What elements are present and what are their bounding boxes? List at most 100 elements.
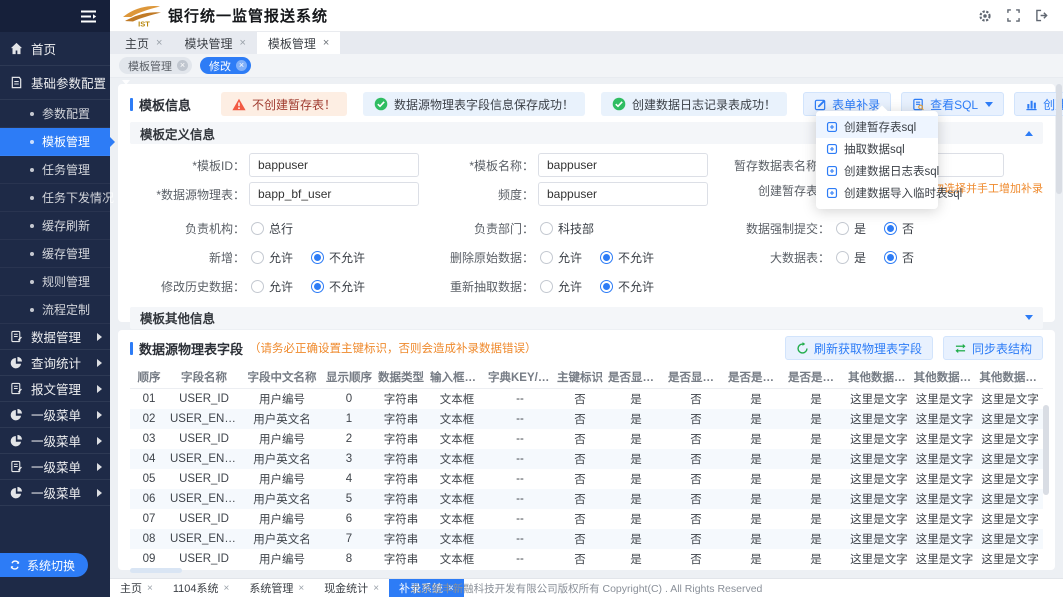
- menu-item-创建数据日志表sql[interactable]: 创建数据日志表sql: [816, 160, 938, 182]
- sidebar-group-一级菜单[interactable]: 一级菜单: [0, 454, 110, 480]
- sidebar-item-缓存刷新[interactable]: 缓存刷新: [0, 212, 110, 240]
- chip-close-icon[interactable]: ×: [236, 60, 247, 71]
- tab-模板管理[interactable]: 模板管理×: [257, 32, 340, 54]
- menu-item-创建暂存表sql[interactable]: 创建暂存表sql: [816, 116, 938, 138]
- table-row[interactable]: 09USER_ID用户编号8字符串文本框--否是否是是这里是文字这里是文字这里是…: [130, 549, 1043, 569]
- table-vertical-scrollbar[interactable]: [1043, 405, 1049, 495]
- dept-radio[interactable]: [540, 222, 553, 235]
- menu-item-创建数据导入临时表sql[interactable]: 创建数据导入临时表sql: [816, 182, 938, 204]
- re-extract-no-radio[interactable]: [600, 280, 613, 293]
- sidebar-item-base-config[interactable]: 基础参数配置: [0, 66, 110, 100]
- delete-original-yes-label[interactable]: 允许: [558, 249, 582, 266]
- add-allowed-no-label[interactable]: 不允许: [329, 249, 365, 266]
- table-row[interactable]: 07USER_ID用户编号6字符串文本框--否是否是是这里是文字这里是文字这里是…: [130, 509, 1043, 529]
- big-table-no-label[interactable]: 否: [902, 249, 914, 266]
- big-table-yes-label[interactable]: 是: [854, 249, 866, 266]
- bullet-dot-icon: [30, 280, 34, 284]
- bottom-tab-补录系统[interactable]: 补录系统×: [389, 579, 464, 597]
- source-table-input[interactable]: [249, 182, 419, 206]
- table-cell: 这里是文字: [912, 511, 978, 527]
- sidebar-item-home[interactable]: 首页: [0, 32, 110, 66]
- bottom-tab-系统管理[interactable]: 系统管理×: [239, 579, 314, 597]
- settings-gear-icon[interactable]: [978, 9, 992, 23]
- collapse-up-icon[interactable]: [1025, 131, 1033, 136]
- sidebar-item-参数配置[interactable]: 参数配置: [0, 100, 110, 128]
- add-allowed-yes-radio[interactable]: [251, 251, 264, 264]
- re-extract-yes-label[interactable]: 允许: [558, 278, 582, 295]
- docsql-icon: [912, 98, 925, 111]
- modify-history-no-label[interactable]: 不允许: [329, 278, 365, 295]
- sidebar-collapse-button[interactable]: [0, 0, 110, 32]
- big-table-yes-radio[interactable]: [836, 251, 849, 264]
- bottom-tab-1104系统[interactable]: 1104系统×: [163, 579, 240, 597]
- chip-close-icon[interactable]: ×: [177, 60, 188, 71]
- sidebar-group-查询统计[interactable]: 查询统计: [0, 350, 110, 376]
- sidebar-group-一级菜单[interactable]: 一级菜单: [0, 428, 110, 454]
- tab-close-icon[interactable]: ×: [323, 37, 329, 49]
- sidebar-group-一级菜单[interactable]: 一级菜单: [0, 402, 110, 428]
- table-cell: 是: [726, 531, 786, 547]
- template-id-input[interactable]: [249, 153, 419, 177]
- sidebar-group-一级菜单[interactable]: 一级菜单: [0, 480, 110, 506]
- table-row[interactable]: 01USER_ID用户编号0字符串文本框--否是否是是这里是文字这里是文字这里是…: [130, 389, 1043, 409]
- table-row[interactable]: 06USER_ENAME用户英文名5字符串文本框--否是否是是这里是文字这里是文…: [130, 489, 1043, 509]
- breadcrumb-chip-模板管理[interactable]: 模板管理×: [119, 57, 192, 74]
- bottom-tab-主页[interactable]: 主页×: [110, 579, 163, 597]
- force-submit-no-label[interactable]: 否: [902, 220, 914, 237]
- content-scrollbar[interactable]: [1056, 84, 1062, 194]
- org-option-label[interactable]: 总行: [269, 220, 293, 237]
- tab-close-icon[interactable]: ×: [239, 37, 245, 49]
- dept-option-label[interactable]: 科技部: [558, 220, 594, 237]
- add-allowed-yes-label[interactable]: 允许: [269, 249, 293, 266]
- bottom-tab-close-icon[interactable]: ×: [224, 583, 230, 594]
- sync-structure-button[interactable]: 同步表结构: [943, 336, 1043, 360]
- bottom-tab-现金统计[interactable]: 现金统计×: [314, 579, 389, 597]
- big-table-no-radio[interactable]: [884, 251, 897, 264]
- modify-history-yes-label[interactable]: 允许: [269, 278, 293, 295]
- bottom-tab-close-icon[interactable]: ×: [373, 583, 379, 594]
- tab-主页[interactable]: 主页×: [114, 32, 173, 54]
- force-submit-yes-radio[interactable]: [836, 222, 849, 235]
- bottom-tab-close-icon[interactable]: ×: [448, 583, 454, 594]
- delete-original-yes-radio[interactable]: [540, 251, 553, 264]
- tab-模块管理[interactable]: 模块管理×: [173, 32, 256, 54]
- sidebar-item-任务下发情况[interactable]: 任务下发情况: [0, 184, 110, 212]
- table-row[interactable]: 05USER_ID用户编号4字符串文本框--否是否是是这里是文字这里是文字这里是…: [130, 469, 1043, 489]
- force-submit-no-radio[interactable]: [884, 222, 897, 235]
- table-cell: 用户编号: [240, 551, 324, 567]
- table-row[interactable]: 04USER_ENAME用户英文名3字符串文本框--否是否是是这里是文字这里是文…: [130, 449, 1043, 469]
- table-horizontal-scrollbar[interactable]: [130, 568, 182, 573]
- other-info-section-bar[interactable]: 模板其他信息: [130, 307, 1043, 329]
- re-extract-no-label[interactable]: 不允许: [618, 278, 654, 295]
- fullscreen-icon[interactable]: [1007, 9, 1020, 22]
- logout-icon[interactable]: [1035, 9, 1049, 22]
- sidebar-group-数据管理[interactable]: 数据管理: [0, 324, 110, 350]
- delete-original-no-radio[interactable]: [600, 251, 613, 264]
- tab-close-icon[interactable]: ×: [156, 37, 162, 49]
- refresh-fields-button[interactable]: 刷新获取物理表字段: [785, 336, 933, 360]
- sidebar-group-报文管理[interactable]: 报文管理: [0, 376, 110, 402]
- modify-history-no-radio[interactable]: [311, 280, 324, 293]
- modify-history-yes-radio[interactable]: [251, 280, 264, 293]
- template-name-input[interactable]: [538, 153, 708, 177]
- sidebar-item-模板管理[interactable]: 模板管理: [0, 128, 110, 156]
- bottom-tab-close-icon[interactable]: ×: [147, 583, 153, 594]
- re-extract-yes-radio[interactable]: [540, 280, 553, 293]
- table-row[interactable]: 03USER_ID用户编号2字符串文本框--否是否是是这里是文字这里是文字这里是…: [130, 429, 1043, 449]
- org-radio[interactable]: [251, 222, 264, 235]
- bottom-tab-close-icon[interactable]: ×: [298, 583, 304, 594]
- add-allowed-no-radio[interactable]: [311, 251, 324, 264]
- force-submit-yes-label[interactable]: 是: [854, 220, 866, 237]
- table-row[interactable]: 02USER_ENAME用户英文名1字符串文本框--否是否是是这里是文字这里是文…: [130, 409, 1043, 429]
- sidebar-item-缓存管理[interactable]: 缓存管理: [0, 240, 110, 268]
- sidebar-item-规则管理[interactable]: 规则管理: [0, 268, 110, 296]
- system-switch-button[interactable]: 系统切换: [0, 553, 88, 577]
- collapse-down-icon[interactable]: [1025, 315, 1033, 320]
- delete-original-no-label[interactable]: 不允许: [618, 249, 654, 266]
- sidebar-item-任务管理[interactable]: 任务管理: [0, 156, 110, 184]
- table-row[interactable]: 08USER_ENAME用户英文名7字符串文本框--否是否是是这里是文字这里是文…: [130, 529, 1043, 549]
- menu-item-抽取数据sql[interactable]: 抽取数据sql: [816, 138, 938, 160]
- frequency-input[interactable]: [538, 182, 708, 206]
- sidebar-item-流程定制[interactable]: 流程定制: [0, 296, 110, 324]
- breadcrumb-chip-修改[interactable]: 修改×: [200, 57, 251, 74]
